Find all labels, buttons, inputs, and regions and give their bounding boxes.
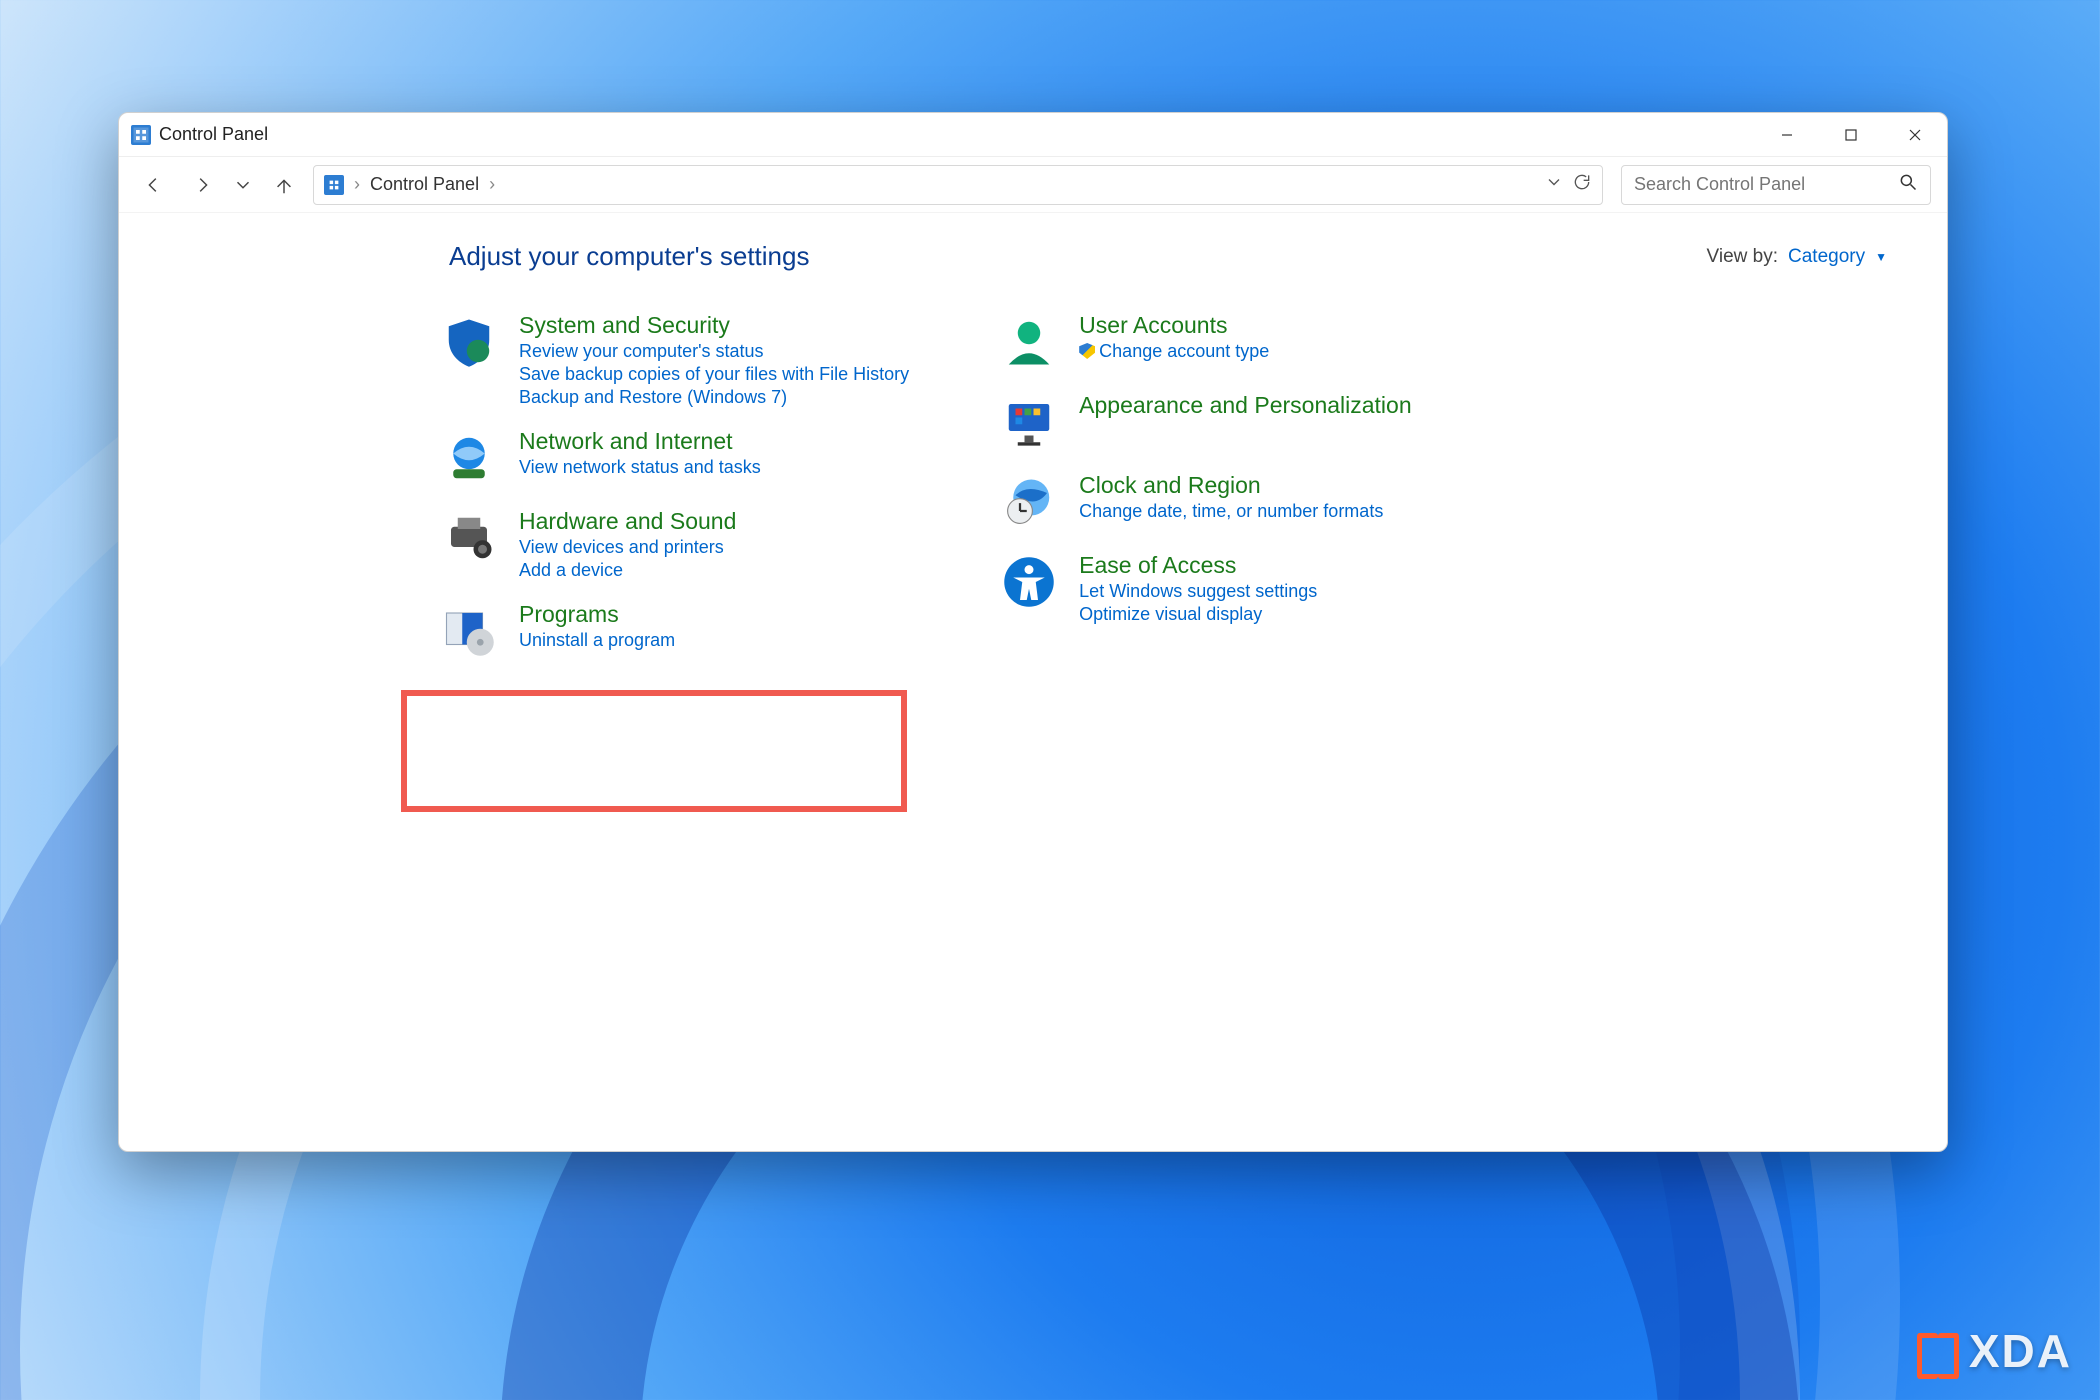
control-panel-window: Control Panel xyxy=(118,112,1948,1152)
navigation-bar: › Control Panel › xyxy=(119,157,1947,213)
window-controls xyxy=(1755,113,1947,157)
category-link[interactable]: Add a device xyxy=(519,560,736,581)
category-link[interactable]: Review your computer's status xyxy=(519,341,909,362)
category-title[interactable]: User Accounts xyxy=(1079,312,1269,339)
recent-locations-button[interactable] xyxy=(231,166,255,204)
search-input[interactable] xyxy=(1634,174,1898,195)
category-link[interactable]: Uninstall a program xyxy=(519,630,675,651)
category-link[interactable]: Save backup copies of your files with Fi… xyxy=(519,364,909,385)
back-button[interactable] xyxy=(135,166,173,204)
chevron-down-icon[interactable]: ▼ xyxy=(1875,250,1887,264)
shield-icon xyxy=(439,312,499,372)
forward-button[interactable] xyxy=(183,166,221,204)
view-by-label: View by: xyxy=(1707,246,1778,268)
category-link[interactable]: View devices and printers xyxy=(519,537,736,558)
xda-watermark-text: XDA xyxy=(1969,1324,2072,1378)
category-column-left: System and Security Review your computer… xyxy=(439,312,909,661)
breadcrumb-separator: › xyxy=(354,174,360,195)
category-ease-of-access: Ease of Access Let Windows suggest setti… xyxy=(999,552,1411,625)
breadcrumb-root[interactable]: Control Panel xyxy=(370,174,479,195)
window-title: Control Panel xyxy=(159,124,268,145)
category-link[interactable]: Change account type xyxy=(1079,341,1269,362)
category-title[interactable]: Appearance and Personalization xyxy=(1079,392,1411,419)
category-link[interactable]: Backup and Restore (Windows 7) xyxy=(519,387,909,408)
address-dropdown-button[interactable] xyxy=(1544,172,1564,197)
highlight-box-programs xyxy=(401,690,907,812)
clock-globe-icon xyxy=(999,472,1059,532)
user-icon xyxy=(999,312,1059,372)
address-bar[interactable]: › Control Panel › xyxy=(313,165,1603,205)
category-title[interactable]: Programs xyxy=(519,601,675,628)
category-link[interactable]: View network status and tasks xyxy=(519,457,761,478)
minimize-button[interactable] xyxy=(1755,113,1819,157)
xda-logo-icon xyxy=(1915,1328,1961,1374)
xda-watermark: XDA xyxy=(1915,1324,2072,1378)
accessibility-icon xyxy=(999,552,1059,612)
content-area: Adjust your computer's settings View by:… xyxy=(119,213,1947,1151)
close-button[interactable] xyxy=(1883,113,1947,157)
globe-icon xyxy=(439,428,499,488)
refresh-button[interactable] xyxy=(1572,172,1592,197)
category-network-and-internet: Network and Internet View network status… xyxy=(439,428,909,488)
view-by-control: View by: Category ▼ xyxy=(1707,246,1887,268)
control-panel-icon xyxy=(324,175,344,195)
maximize-button[interactable] xyxy=(1819,113,1883,157)
category-title[interactable]: Hardware and Sound xyxy=(519,508,736,535)
control-panel-icon xyxy=(131,125,151,145)
titlebar: Control Panel xyxy=(119,113,1947,157)
search-icon[interactable] xyxy=(1898,172,1918,197)
category-user-accounts: User Accounts Change account type xyxy=(999,312,1411,372)
category-link[interactable]: Let Windows suggest settings xyxy=(1079,581,1317,602)
category-programs: Programs Uninstall a program xyxy=(439,601,909,661)
view-by-value[interactable]: Category xyxy=(1788,246,1865,268)
page-heading: Adjust your computer's settings xyxy=(449,241,809,272)
category-column-right: User Accounts Change account type Appear… xyxy=(999,312,1411,661)
monitor-icon xyxy=(999,392,1059,452)
search-box[interactable] xyxy=(1621,165,1931,205)
category-link[interactable]: Change date, time, or number formats xyxy=(1079,501,1383,522)
breadcrumb-separator: › xyxy=(489,174,495,195)
up-button[interactable] xyxy=(265,166,303,204)
printer-icon xyxy=(439,508,499,568)
category-title[interactable]: Network and Internet xyxy=(519,428,761,455)
category-appearance-and-personalization: Appearance and Personalization xyxy=(999,392,1411,452)
category-system-and-security: System and Security Review your computer… xyxy=(439,312,909,408)
category-clock-and-region: Clock and Region Change date, time, or n… xyxy=(999,472,1411,532)
programs-icon xyxy=(439,601,499,661)
category-hardware-and-sound: Hardware and Sound View devices and prin… xyxy=(439,508,909,581)
category-title[interactable]: System and Security xyxy=(519,312,909,339)
category-title[interactable]: Clock and Region xyxy=(1079,472,1383,499)
category-title[interactable]: Ease of Access xyxy=(1079,552,1317,579)
category-link[interactable]: Optimize visual display xyxy=(1079,604,1317,625)
